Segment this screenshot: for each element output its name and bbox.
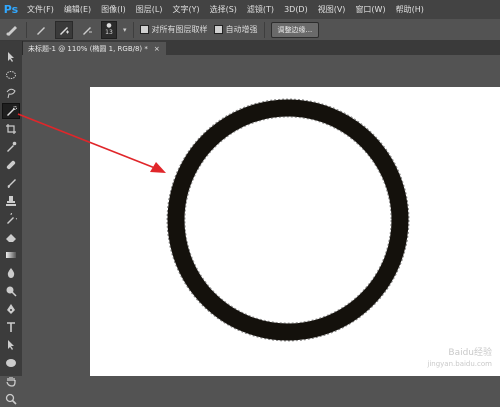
toolbar-grip	[0, 41, 22, 47]
options-bar: ● 13 ▾ 对所有图层取样 自动增强 调整边缘...	[0, 19, 500, 41]
clone-stamp-tool-icon[interactable]	[2, 193, 20, 209]
history-brush-tool-icon[interactable]	[2, 211, 20, 227]
menu-select[interactable]: 选择(S)	[205, 4, 242, 15]
pen-tool-icon[interactable]	[2, 301, 20, 317]
close-tab-button[interactable]: ×	[154, 45, 160, 53]
marquee-tool-icon[interactable]	[2, 67, 20, 83]
document-tab[interactable]: 未标题-1 @ 110% (椭圆 1, RGB/8) * ×	[22, 42, 166, 55]
lasso-tool-icon[interactable]	[2, 85, 20, 101]
sample-all-layers-checkbox[interactable]	[139, 25, 149, 34]
hand-tool-icon[interactable]	[2, 373, 20, 389]
tools-panel	[0, 41, 23, 405]
menu-type[interactable]: 文字(Y)	[167, 4, 204, 15]
zoom-tool-icon[interactable]	[2, 391, 20, 407]
watermark-brand: Baidu经验	[448, 348, 492, 358]
separator	[263, 21, 265, 38]
canvas-area: Baidu经验 jingyan.baidu.com	[22, 55, 500, 376]
ring-shape	[167, 99, 409, 341]
blur-tool-icon[interactable]	[2, 265, 20, 281]
document-canvas[interactable]	[90, 87, 500, 376]
baidu-watermark: Baidu经验 jingyan.baidu.com	[427, 348, 492, 370]
brush-size-dropdown-icon[interactable]: ▾	[123, 26, 127, 34]
auto-enhance-option[interactable]: 自动增强	[213, 24, 258, 35]
separator	[26, 21, 27, 38]
separator	[132, 21, 134, 38]
sample-all-layers-option[interactable]: 对所有图层取样	[139, 24, 208, 35]
eyedropper-tool-icon[interactable]	[2, 139, 20, 155]
refine-edge-button[interactable]: 调整边缘...	[270, 21, 320, 38]
menu-file[interactable]: 文件(F)	[22, 4, 59, 15]
watermark-url: jingyan.baidu.com	[427, 360, 492, 368]
selection-outline-inner	[184, 116, 392, 324]
document-tab-bar: 未标题-1 @ 110% (椭圆 1, RGB/8) * ×	[22, 41, 500, 55]
crop-tool-icon[interactable]	[2, 121, 20, 137]
add-to-selection-icon[interactable]	[55, 20, 73, 39]
menu-3d[interactable]: 3D(D)	[279, 5, 313, 14]
menu-filter[interactable]: 滤镜(T)	[242, 4, 279, 15]
photoshop-logo: Ps	[3, 3, 19, 16]
ellipse-tool-icon[interactable]	[2, 355, 20, 371]
gradient-tool-icon[interactable]	[2, 247, 20, 263]
canvas-artwork	[166, 98, 410, 342]
path-selection-tool-icon[interactable]	[2, 337, 20, 353]
subtract-from-selection-icon[interactable]	[79, 22, 95, 38]
menu-view[interactable]: 视图(V)	[313, 4, 351, 15]
menu-help[interactable]: 帮助(H)	[391, 4, 429, 15]
quick-selection-tool-icon[interactable]	[2, 103, 20, 119]
menu-layer[interactable]: 图层(L)	[131, 4, 168, 15]
dodge-tool-icon[interactable]	[2, 283, 20, 299]
new-selection-icon[interactable]	[33, 22, 49, 38]
sample-all-layers-label: 对所有图层取样	[151, 25, 208, 34]
type-tool-icon[interactable]	[2, 319, 20, 335]
quick-selection-tool-preset-icon[interactable]	[4, 22, 20, 38]
menu-window[interactable]: 窗口(W)	[350, 4, 390, 15]
auto-enhance-checkbox[interactable]	[213, 25, 223, 34]
menu-image[interactable]: 图像(I)	[96, 4, 131, 15]
brush-tool-icon[interactable]	[2, 175, 20, 191]
eraser-tool-icon[interactable]	[2, 229, 20, 245]
document-tab-title: 未标题-1 @ 110% (椭圆 1, RGB/8) *	[28, 44, 148, 53]
healing-brush-tool-icon[interactable]	[2, 157, 20, 173]
menu-bar: Ps 文件(F) 编辑(E) 图像(I) 图层(L) 文字(Y) 选择(S) 滤…	[0, 0, 500, 19]
brush-size-picker[interactable]: ● 13	[101, 20, 117, 39]
move-tool-icon[interactable]	[2, 49, 20, 65]
brush-size-value: 13	[105, 29, 113, 36]
menu-edit[interactable]: 编辑(E)	[59, 4, 96, 15]
auto-enhance-label: 自动增强	[225, 25, 258, 34]
